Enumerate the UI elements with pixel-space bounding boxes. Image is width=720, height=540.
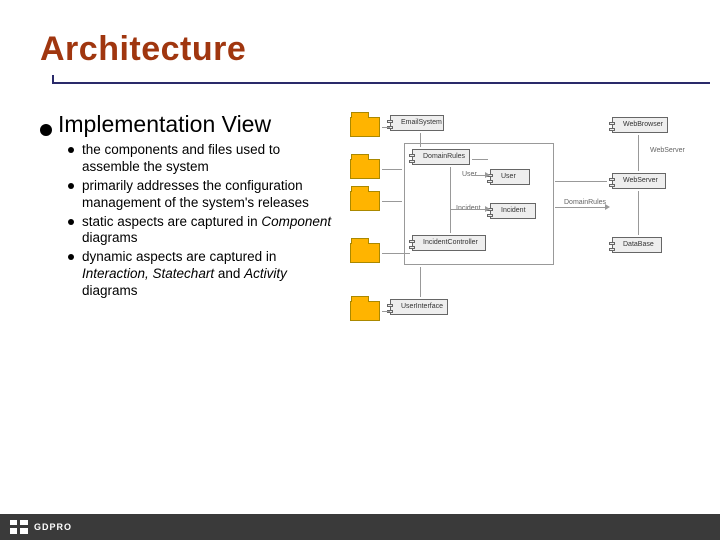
component-database: DataBase	[612, 237, 662, 253]
package-icon	[350, 301, 380, 321]
connector	[382, 253, 410, 254]
list-item-text: the components and files used to assembl…	[82, 142, 340, 176]
main-bullet-text: Implementation View	[58, 111, 271, 138]
component-webserver: WebServer	[612, 173, 666, 189]
connector	[382, 127, 390, 128]
edge-label: WebServer	[650, 147, 685, 154]
content-row: Implementation View the components and f…	[40, 111, 680, 341]
connector	[638, 135, 639, 171]
diagram-stage: DomainRules User Incident IncidentContro…	[350, 111, 680, 341]
component-ui: UserInterface	[390, 299, 448, 315]
component-domainrules: DomainRules	[412, 149, 470, 165]
text-emphasis: Interaction, Statechart	[82, 266, 214, 281]
text-run: and	[214, 266, 244, 281]
bullet-dot-icon	[68, 254, 74, 260]
package-icon	[350, 117, 380, 137]
diagram: DomainRules User Incident IncidentContro…	[350, 111, 680, 341]
slide-title: Architecture	[40, 30, 680, 69]
arrow-icon	[485, 172, 490, 178]
text-run: static aspects are captured in	[82, 214, 261, 229]
arrow-icon	[605, 204, 610, 210]
footer-brand: GDPRO	[34, 522, 72, 532]
bullet-dot-icon	[68, 219, 74, 225]
list-item: the components and files used to assembl…	[68, 142, 340, 176]
list-item: primarily addresses the configuration ma…	[68, 178, 340, 212]
title-rule-tick	[52, 75, 54, 82]
component-browser: WebBrowser	[612, 117, 668, 133]
list-item-text: static aspects are captured in Component…	[82, 214, 340, 248]
text-emphasis: Component	[261, 214, 331, 229]
connector	[382, 201, 402, 202]
sub-bullet-list: the components and files used to assembl…	[68, 142, 340, 300]
list-item-text: dynamic aspects are captured in Interact…	[82, 249, 340, 300]
component-email: EmailSystem	[390, 115, 444, 131]
slide: Architecture Implementation View the com…	[0, 0, 720, 540]
component-incident: Incident	[490, 203, 536, 219]
connector	[450, 209, 488, 210]
package-icon	[350, 243, 380, 263]
list-item: static aspects are captured in Component…	[68, 214, 340, 248]
connector	[450, 167, 451, 233]
connector	[555, 181, 607, 182]
list-item: dynamic aspects are captured in Interact…	[68, 249, 340, 300]
connector	[382, 311, 390, 312]
package-icon	[350, 191, 380, 211]
bullet-dot-icon	[68, 147, 74, 153]
connector	[420, 267, 421, 297]
connector	[638, 191, 639, 235]
text-run: diagrams	[82, 230, 138, 245]
bullet-dot-icon	[40, 124, 52, 136]
connector	[472, 159, 488, 160]
list-item-text: primarily addresses the configuration ma…	[82, 178, 340, 212]
edge-label: DomainRules	[564, 199, 606, 206]
main-bullet: Implementation View	[40, 111, 340, 138]
arrow-icon	[485, 206, 490, 212]
text-emphasis: Activity	[244, 266, 287, 281]
connector	[555, 207, 607, 208]
logo-icon	[10, 520, 28, 534]
package-icon	[350, 159, 380, 179]
text-run: diagrams	[82, 283, 138, 298]
title-rule	[52, 82, 710, 84]
connector	[420, 133, 421, 147]
footer-bar: GDPRO	[0, 514, 720, 540]
text-column: Implementation View the components and f…	[40, 111, 340, 341]
text-run: dynamic aspects are captured in	[82, 249, 276, 264]
bullet-dot-icon	[68, 183, 74, 189]
component-user: User	[490, 169, 530, 185]
footer-logo: GDPRO	[10, 520, 72, 534]
connector	[382, 169, 402, 170]
component-controller: IncidentController	[412, 235, 486, 251]
